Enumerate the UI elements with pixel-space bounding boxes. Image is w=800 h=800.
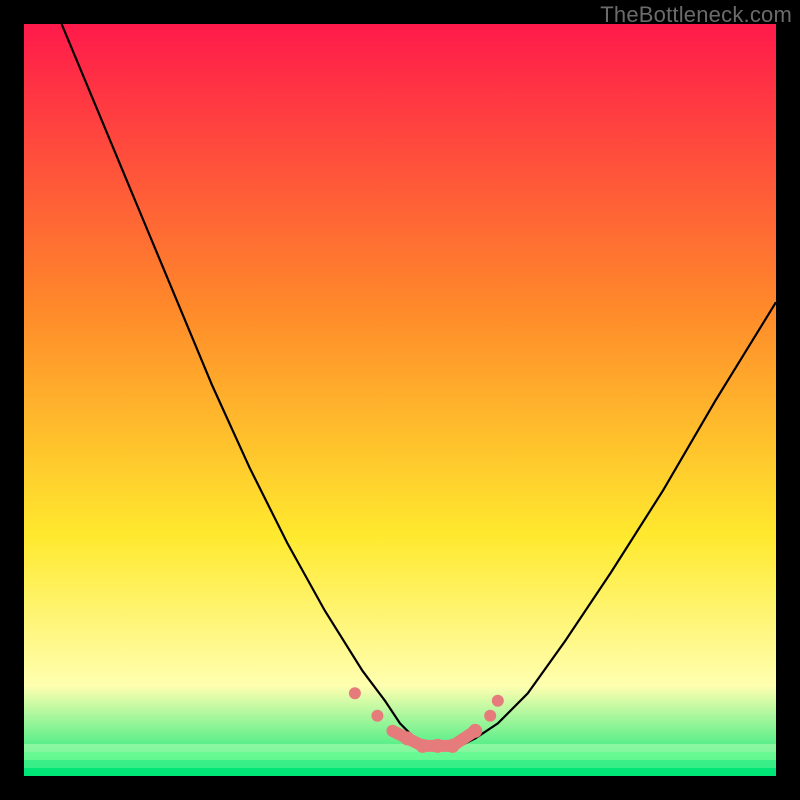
curve-marker	[401, 731, 415, 745]
curve-marker	[371, 710, 383, 722]
curve-marker	[484, 710, 496, 722]
gradient-background	[24, 24, 776, 776]
curve-marker	[387, 725, 399, 737]
curve-marker	[468, 724, 482, 738]
curve-marker	[431, 739, 445, 753]
green-band-strip	[24, 744, 776, 776]
curve-marker	[349, 687, 361, 699]
curve-marker	[492, 695, 504, 707]
curve-marker	[446, 739, 460, 753]
bottleneck-plot	[24, 24, 776, 776]
watermark-text: TheBottleneck.com	[600, 2, 792, 28]
curve-marker	[416, 739, 430, 753]
chart-frame	[24, 24, 776, 776]
